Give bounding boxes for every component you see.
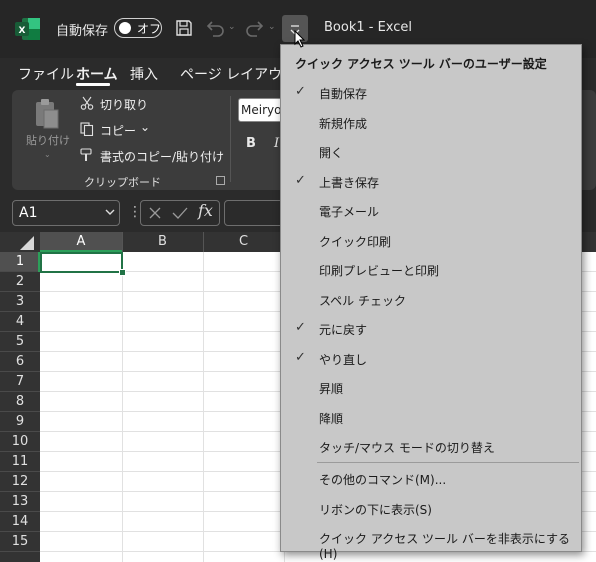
column-divider [203,232,204,252]
autosave-toggle[interactable]: オフ [114,18,162,38]
menu-item-more-commands[interactable]: その他のコマンド(M)... [319,471,446,488]
scissors-icon [80,96,94,110]
copy-chevron-icon[interactable]: ⌄ [140,120,150,134]
menu-header: クイック アクセス ツール バーのユーザー設定 [295,57,547,71]
menu-item[interactable]: やり直し [319,351,367,368]
chevron-down-icon[interactable] [105,207,115,217]
row-header[interactable]: 11 [0,452,40,472]
fill-handle[interactable] [119,269,126,276]
menu-item[interactable]: 電子メール [319,203,379,220]
active-tab-indicator [76,83,110,86]
row-header[interactable]: 13 [0,492,40,512]
excel-logo-icon: X [15,18,40,40]
row-header[interactable]: 15 [0,532,40,552]
save-icon[interactable] [174,18,194,38]
font-name-select[interactable]: Meiryo [238,98,286,122]
redo-chevron-icon[interactable]: ⌄ [268,22,276,32]
tab-page-layout[interactable]: ページ レイアウト [180,64,296,84]
undo-chevron-icon[interactable]: ⌄ [228,22,236,32]
row-header[interactable]: 8 [0,392,40,412]
redo-icon[interactable] [244,18,266,38]
column-divider [122,232,123,252]
ribbon-divider [230,96,231,182]
menu-item[interactable]: 上書き保存 [319,174,379,191]
menu-item-hide-qat[interactable]: クイック アクセス ツール バーを非表示にする (H) [319,530,581,561]
format-painter-icon [80,148,92,161]
tab-file[interactable]: ファイル [18,64,74,84]
tab-home[interactable]: ホーム [76,64,118,84]
menu-item[interactable]: 昇順 [319,380,343,397]
active-cell[interactable] [40,252,123,273]
menu-item[interactable]: 自動保存 [319,85,367,102]
copy-icon [80,122,94,136]
row-header[interactable]: 12 [0,472,40,492]
format-painter-button[interactable]: 書式のコピー/貼り付け [100,148,224,165]
menu-separator [317,462,579,463]
row-header[interactable]: 2 [0,272,40,292]
insert-function-button[interactable]: fx [198,201,213,220]
row-header[interactable]: 10 [0,432,40,452]
row-header[interactable]: 3 [0,292,40,312]
menu-item[interactable]: 印刷プレビューと印刷 [319,262,439,279]
menu-item[interactable]: スペル チェック [319,292,406,309]
toggle-knob [119,22,131,34]
row-divider [0,551,40,552]
check-icon: ✓ [295,320,306,335]
paste-button[interactable]: 貼り付け [26,132,70,148]
clipboard-dialog-launcher-icon[interactable] [216,176,225,185]
cut-button[interactable]: 切り取り [100,96,148,113]
menu-item[interactable]: 元に戻す [319,321,367,338]
row-header[interactable]: 14 [0,512,40,532]
check-icon: ✓ [295,172,306,188]
row-header[interactable]: 9 [0,412,40,432]
menu-item-show-below-ribbon[interactable]: リボンの下に表示(S) [319,501,432,518]
row-header[interactable]: 7 [0,372,40,392]
select-all-icon [20,236,34,250]
copy-button[interactable]: コピー [100,122,136,139]
qat-customize-menu: クイック アクセス ツール バーのユーザー設定 ✓ 自動保存新規作成開く ✓ 上書き保… [280,44,582,561]
menu-item[interactable]: 降順 [319,410,343,427]
menu-item[interactable]: クイック印刷 [319,233,391,250]
svg-text:X: X [19,26,26,36]
menu-item[interactable]: 開く [319,144,343,161]
tab-insert[interactable]: 挿入 [130,64,158,84]
check-icon: ✓ [295,84,306,99]
column-header-a[interactable]: A [40,232,122,252]
name-box-value: A1 [19,205,38,221]
row-header[interactable]: 4 [0,312,40,332]
column-header-c[interactable]: C [203,232,284,252]
enter-check-icon[interactable] [172,206,188,220]
row-header[interactable]: 1 [0,252,40,272]
paste-icon[interactable] [24,98,68,134]
italic-button[interactable]: I [274,136,279,151]
undo-icon[interactable] [204,18,226,38]
autosave-state: オフ [137,22,162,36]
clipboard-group-label: クリップボード [84,176,161,189]
grid-column-line [203,252,204,562]
column-header-b[interactable]: B [122,232,203,252]
row-header[interactable]: 5 [0,332,40,352]
grid-column-line [122,252,123,562]
menu-item[interactable]: タッチ/マウス モードの切り替え [319,439,495,456]
menu-item[interactable]: 新規作成 [319,115,367,132]
font-name-value: Meiryo [241,103,282,117]
name-box[interactable]: A1 [12,200,120,226]
document-title: Book1 - Excel [324,20,413,35]
cancel-icon[interactable] [148,206,162,220]
row-header[interactable]: 6 [0,352,40,372]
bold-button[interactable]: B [246,136,256,151]
autosave-label: 自動保存 [56,24,109,39]
paste-chevron-icon[interactable]: ⌄ [44,150,51,159]
check-icon: ✓ [295,349,306,365]
mouse-cursor-icon [294,30,306,48]
